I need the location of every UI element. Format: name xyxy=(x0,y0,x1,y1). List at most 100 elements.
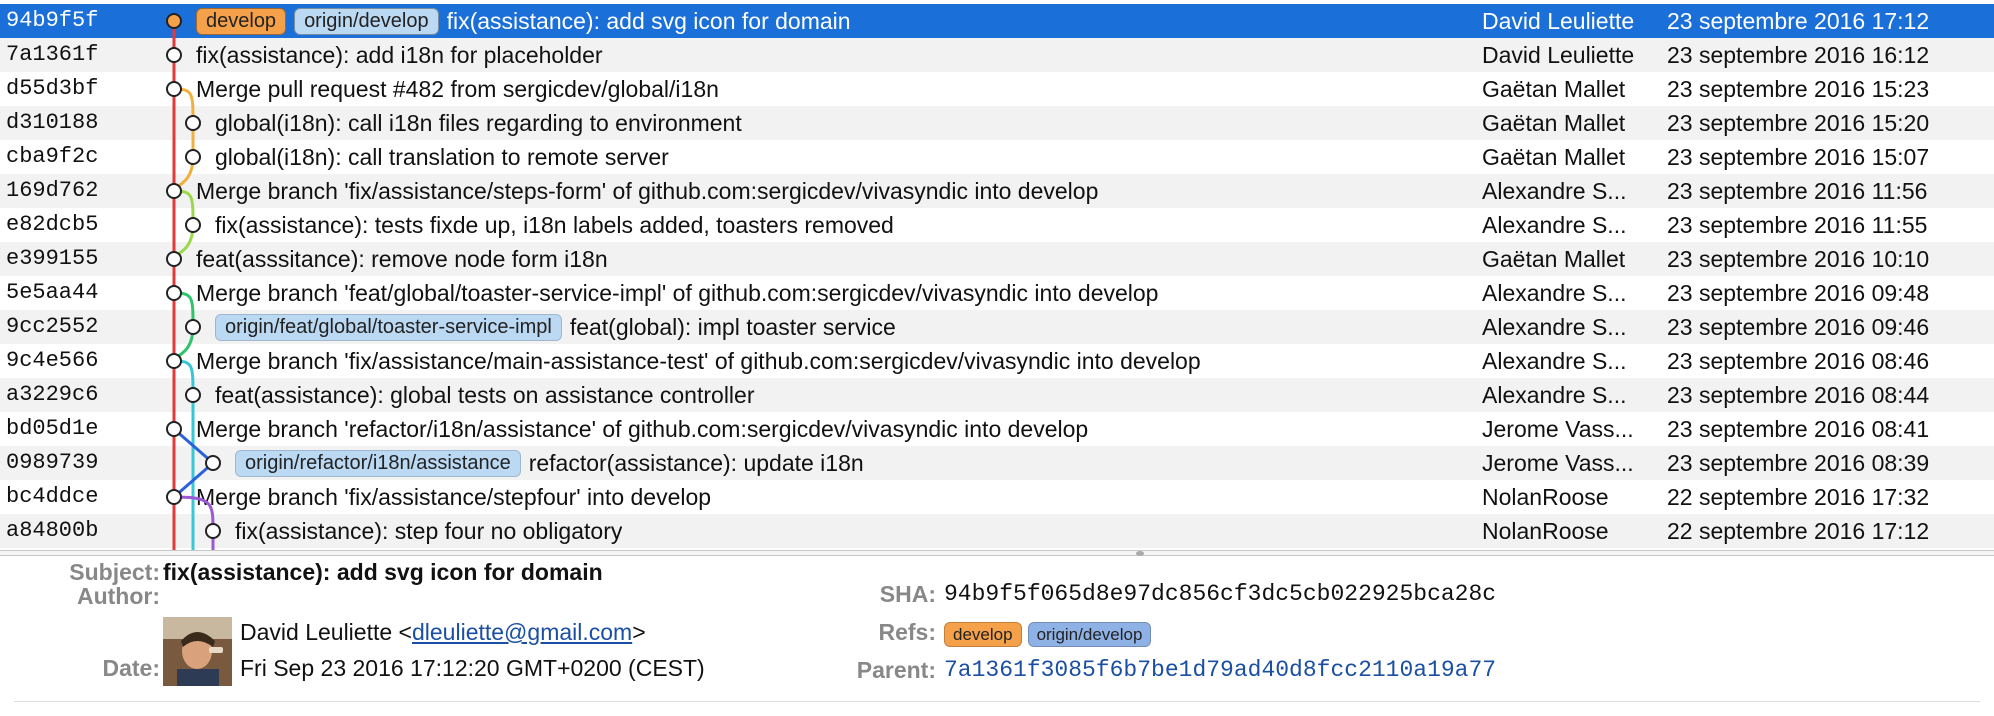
commit-subject: refactor(assistance): update i18n xyxy=(528,450,864,476)
commit-author: NolanRoose xyxy=(1482,484,1609,510)
commit-row[interactable]: e82dcb5 fix(assistance): tests fixde up, … xyxy=(0,208,1994,242)
commit-node[interactable] xyxy=(185,149,201,165)
commit-row[interactable]: 0989739 origin/refactor/i18n/assistance re… xyxy=(0,446,1994,480)
commit-subject: feat(global): impl toaster service xyxy=(569,314,896,340)
splitter-grip-icon[interactable] xyxy=(1136,551,1144,556)
commit-subject: fix(assistance): add svg icon for domain xyxy=(163,559,603,585)
commit-row[interactable]: a84800b fix(assistance): step four no obl… xyxy=(0,514,1994,548)
commit-node[interactable] xyxy=(205,523,221,539)
commit-sha-short: cba9f2c xyxy=(6,144,99,169)
commit-date: 23 septembre 2016 17:12 xyxy=(1667,8,1930,34)
author-email-link[interactable]: dleuliette@gmail.com xyxy=(412,619,632,645)
commit-node[interactable] xyxy=(166,13,182,29)
commit-node[interactable] xyxy=(185,319,201,335)
author-value: David Leuliette <dleuliette@gmail.com> xyxy=(240,617,646,647)
commit-subject: global(i18n): call translation to remote… xyxy=(215,144,669,170)
commit-details-panel: Subject: fix(assistance): add svg icon f… xyxy=(0,557,1994,716)
commit-date: 23 septembre 2016 11:55 xyxy=(1667,212,1928,238)
commit-date: 23 septembre 2016 08:39 xyxy=(1667,450,1930,476)
commit-node[interactable] xyxy=(166,421,182,437)
commit-subject-cell: origin/refactor/i18n/assistance refactor(… xyxy=(235,446,1510,480)
author-avatar xyxy=(163,617,232,686)
detail-ref-badge[interactable]: origin/develop xyxy=(1027,622,1152,647)
commit-sha-short: 169d762 xyxy=(6,178,99,203)
pane-splitter[interactable] xyxy=(0,550,1994,556)
commit-sha-short: e82dcb5 xyxy=(6,212,99,237)
commit-date: 23 septembre 2016 08:44 xyxy=(1667,382,1930,408)
refs-label: Refs: xyxy=(878,619,936,645)
commit-node[interactable] xyxy=(166,47,182,63)
commit-node[interactable] xyxy=(166,285,182,301)
commit-subject-cell: Merge pull request #482 from sergicdev/g… xyxy=(196,72,1510,106)
detail-ref-badge[interactable]: develop xyxy=(944,622,1022,647)
commit-node[interactable] xyxy=(185,217,201,233)
commit-node[interactable] xyxy=(166,183,182,199)
commit-date: 23 septembre 2016 11:56 xyxy=(1667,178,1928,204)
commit-row[interactable]: d55d3bf Merge pull request #482 from serg… xyxy=(0,72,1994,106)
ref-badge[interactable]: origin/refactor/i18n/assistance xyxy=(235,449,521,477)
commit-author: Alexandre S... xyxy=(1482,280,1627,306)
commit-row[interactable]: 169d762 Merge branch 'fix/assistance/step… xyxy=(0,174,1994,208)
commit-subject: Merge branch 'fix/assistance/steps-form'… xyxy=(196,178,1099,204)
commit-author: Jerome Vass... xyxy=(1482,450,1634,476)
commit-subject: fix(assistance): add i18n for placeholde… xyxy=(196,42,603,68)
commit-row[interactable]: a3229c6 feat(assistance): global tests on… xyxy=(0,378,1994,412)
commit-row[interactable]: bc4ddce Merge branch 'fix/assistance/step… xyxy=(0,480,1994,514)
commit-author: NolanRoose xyxy=(1482,518,1609,544)
commit-node[interactable] xyxy=(185,115,201,131)
commit-row[interactable]: 9c4e566 Merge branch 'fix/assistance/main… xyxy=(0,344,1994,378)
commit-subject-cell: global(i18n): call translation to remote… xyxy=(215,140,1510,174)
sha-label: SHA: xyxy=(879,581,936,607)
author-email-close: > xyxy=(632,619,646,645)
commit-author: Alexandre S... xyxy=(1482,314,1627,340)
commit-row[interactable]: bd05d1e Merge branch 'refactor/i18n/assis… xyxy=(0,412,1994,446)
commit-subject-cell: develop origin/develop fix(assistance): ad… xyxy=(196,4,1510,38)
commit-subject-cell: feat(asssitance): remove node form i18n xyxy=(196,242,1510,276)
commit-node[interactable] xyxy=(166,489,182,505)
commit-author: Alexandre S... xyxy=(1482,382,1627,408)
ref-badge[interactable]: origin/feat/global/toaster-service-impl xyxy=(215,313,562,341)
commit-row[interactable]: 94b9f5f develop origin/develop fix(assistan… xyxy=(0,4,1994,38)
commit-author: Gaëtan Mallet xyxy=(1482,144,1626,170)
author-name: David Leuliette < xyxy=(240,619,412,645)
commit-sha-short: 9cc2552 xyxy=(6,314,99,339)
ref-badge[interactable]: develop xyxy=(196,7,287,35)
commit-subject-cell: global(i18n): call i18n files regarding … xyxy=(215,106,1510,140)
commit-node[interactable] xyxy=(205,455,221,471)
commit-sha-short: e399155 xyxy=(6,246,99,271)
commit-date: 22 septembre 2016 17:32 xyxy=(1667,484,1930,510)
commit-row[interactable]: e399155 feat(asssitance): remove node for… xyxy=(0,242,1994,276)
commit-row[interactable]: cba9f2c global(i18n): call translation to… xyxy=(0,140,1994,174)
commit-author: Jerome Vass... xyxy=(1482,416,1634,442)
commit-subject-cell: fix(assistance): tests fixde up, i18n la… xyxy=(215,208,1510,242)
parent-label: Parent: xyxy=(856,657,936,683)
commit-subject-cell: fix(assistance): add i18n for placeholde… xyxy=(196,38,1510,72)
commit-node[interactable] xyxy=(185,387,201,403)
commit-subject-cell: Merge branch 'feat/global/toaster-servic… xyxy=(196,276,1510,310)
commit-node[interactable] xyxy=(166,353,182,369)
commit-subject: Merge branch 'fix/assistance/main-assist… xyxy=(196,348,1201,374)
commit-author: Alexandre S... xyxy=(1482,348,1627,374)
commit-node[interactable] xyxy=(166,81,182,97)
commit-subject-cell: feat(assistance): global tests on assist… xyxy=(215,378,1510,412)
parent-sha-link[interactable]: 7a1361f3085f6b7be1d79ad40d8fcc2110a19a77 xyxy=(944,657,1496,683)
commit-date: 23 septembre 2016 15:23 xyxy=(1667,76,1930,102)
commit-author: Gaëtan Mallet xyxy=(1482,246,1626,272)
date-label: Date: xyxy=(102,655,160,681)
commit-sha-short: a3229c6 xyxy=(6,382,99,407)
commit-subject: Merge pull request #482 from sergicdev/g… xyxy=(196,76,719,102)
commit-row[interactable]: 7a1361f fix(assistance): add i18n for pla… xyxy=(0,38,1994,72)
ref-badge[interactable]: origin/develop xyxy=(294,7,439,35)
commit-subject: fix(assistance): step four no obligatory xyxy=(235,518,623,544)
commit-subject: feat(assistance): global tests on assist… xyxy=(215,382,755,408)
commit-sha-short: 94b9f5f xyxy=(6,8,99,33)
commit-subject-cell: fix(assistance): step four no obligatory xyxy=(235,514,1510,548)
commit-row[interactable]: 9cc2552 origin/feat/global/toaster-servic… xyxy=(0,310,1994,344)
commit-history-list[interactable]: 94b9f5f develop origin/develop fix(assistan… xyxy=(0,0,1994,550)
commit-author: Alexandre S... xyxy=(1482,212,1627,238)
bottom-divider xyxy=(14,701,1980,702)
commit-node[interactable] xyxy=(166,251,182,267)
commit-subject: feat(asssitance): remove node form i18n xyxy=(196,246,608,272)
commit-row[interactable]: 5e5aa44 Merge branch 'feat/global/toaster… xyxy=(0,276,1994,310)
commit-row[interactable]: d310188 global(i18n): call i18n files reg… xyxy=(0,106,1994,140)
